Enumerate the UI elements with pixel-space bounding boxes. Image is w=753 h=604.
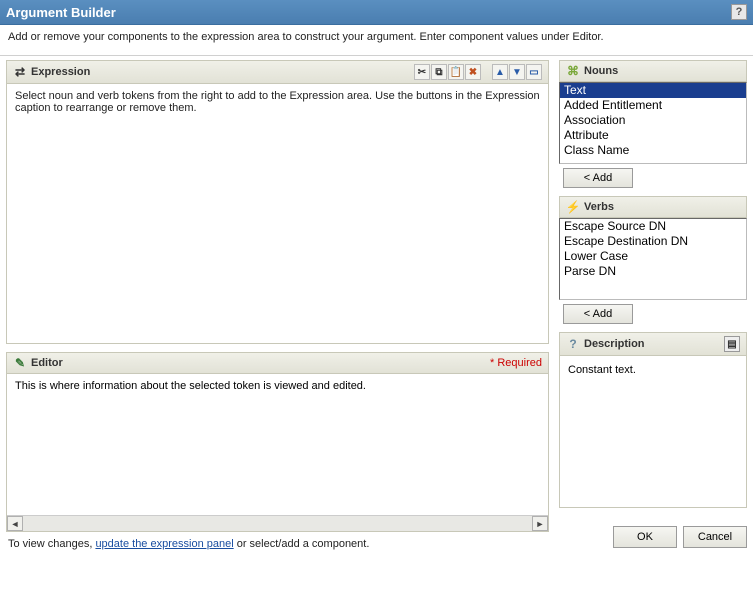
description-text: Constant text.	[568, 364, 636, 376]
collapse-button[interactable]: ▭	[526, 64, 542, 80]
nouns-icon: ⌘	[566, 64, 580, 78]
ok-button[interactable]: OK	[613, 526, 677, 548]
move-up-button[interactable]: ▲	[492, 64, 508, 80]
editor-body[interactable]: This is where information about the sele…	[6, 374, 549, 532]
description-header-label: Description	[584, 338, 645, 350]
verbs-header: ⚡ Verbs	[559, 196, 747, 218]
expression-header-label: Expression	[31, 66, 90, 78]
nouns-listbox[interactable]: TextAdded EntitlementAssociationAttribut…	[559, 82, 747, 164]
list-item[interactable]: Text	[560, 83, 746, 98]
list-item[interactable]: Escape Source DN	[560, 219, 746, 234]
cancel-button[interactable]: Cancel	[683, 526, 747, 548]
editor-header: ✎ Editor * Required	[6, 352, 549, 374]
required-label: * Required	[490, 357, 542, 369]
copy-button[interactable]: ⧉	[431, 64, 447, 80]
update-expression-link[interactable]: update the expression panel	[95, 538, 233, 550]
verbs-icon: ⚡	[566, 200, 580, 214]
description-header: ? Description ▤	[559, 332, 747, 356]
subtitle: Add or remove your components to the exp…	[0, 25, 753, 56]
footer-hint: To view changes, update the expression p…	[6, 532, 549, 556]
cut-button[interactable]: ✂	[414, 64, 430, 80]
verbs-header-label: Verbs	[584, 201, 614, 213]
nouns-add-button[interactable]: < Add	[563, 168, 633, 188]
list-item[interactable]: Lower Case	[560, 249, 746, 264]
list-item[interactable]: Class Name	[560, 143, 746, 158]
verbs-add-button[interactable]: < Add	[563, 304, 633, 324]
expression-body[interactable]: Select noun and verb tokens from the rig…	[6, 84, 549, 344]
titlebar: Argument Builder ?	[0, 0, 753, 25]
editor-hscrollbar[interactable]: ◄ ►	[7, 515, 548, 531]
scroll-track[interactable]	[23, 516, 532, 531]
list-item[interactable]: Attribute	[560, 128, 746, 143]
footer-prefix: To view changes,	[8, 538, 95, 550]
list-item[interactable]: Parse DN	[560, 264, 746, 279]
scroll-left-icon[interactable]: ◄	[7, 516, 23, 531]
editor-header-label: Editor	[31, 357, 63, 369]
list-item[interactable]: Association	[560, 113, 746, 128]
nouns-header: ⌘ Nouns	[559, 60, 747, 82]
description-body: Constant text.	[559, 356, 747, 508]
expression-header: ⇄ Expression ✂ ⧉ 📋 ✖ ▲ ▼ ▭	[6, 60, 549, 84]
paste-button[interactable]: 📋	[448, 64, 464, 80]
list-item[interactable]: Added Entitlement	[560, 98, 746, 113]
footer-suffix: or select/add a component.	[234, 538, 370, 550]
help-icon[interactable]: ?	[731, 4, 747, 20]
dialog-buttons: OK Cancel	[559, 516, 747, 548]
description-doc-icon[interactable]: ▤	[724, 336, 740, 352]
nouns-header-label: Nouns	[584, 65, 618, 77]
move-down-button[interactable]: ▼	[509, 64, 525, 80]
description-icon: ?	[566, 337, 580, 351]
expression-hint: Select noun and verb tokens from the rig…	[15, 90, 540, 114]
delete-button[interactable]: ✖	[465, 64, 481, 80]
verbs-listbox[interactable]: Escape Source DNEscape Destination DNLow…	[559, 218, 747, 300]
editor-icon: ✎	[13, 356, 27, 370]
list-item[interactable]: Escape Destination DN	[560, 234, 746, 249]
title-text: Argument Builder	[6, 5, 116, 20]
scroll-right-icon[interactable]: ►	[532, 516, 548, 531]
editor-hint: This is where information about the sele…	[15, 380, 366, 392]
expression-icon: ⇄	[13, 65, 27, 79]
